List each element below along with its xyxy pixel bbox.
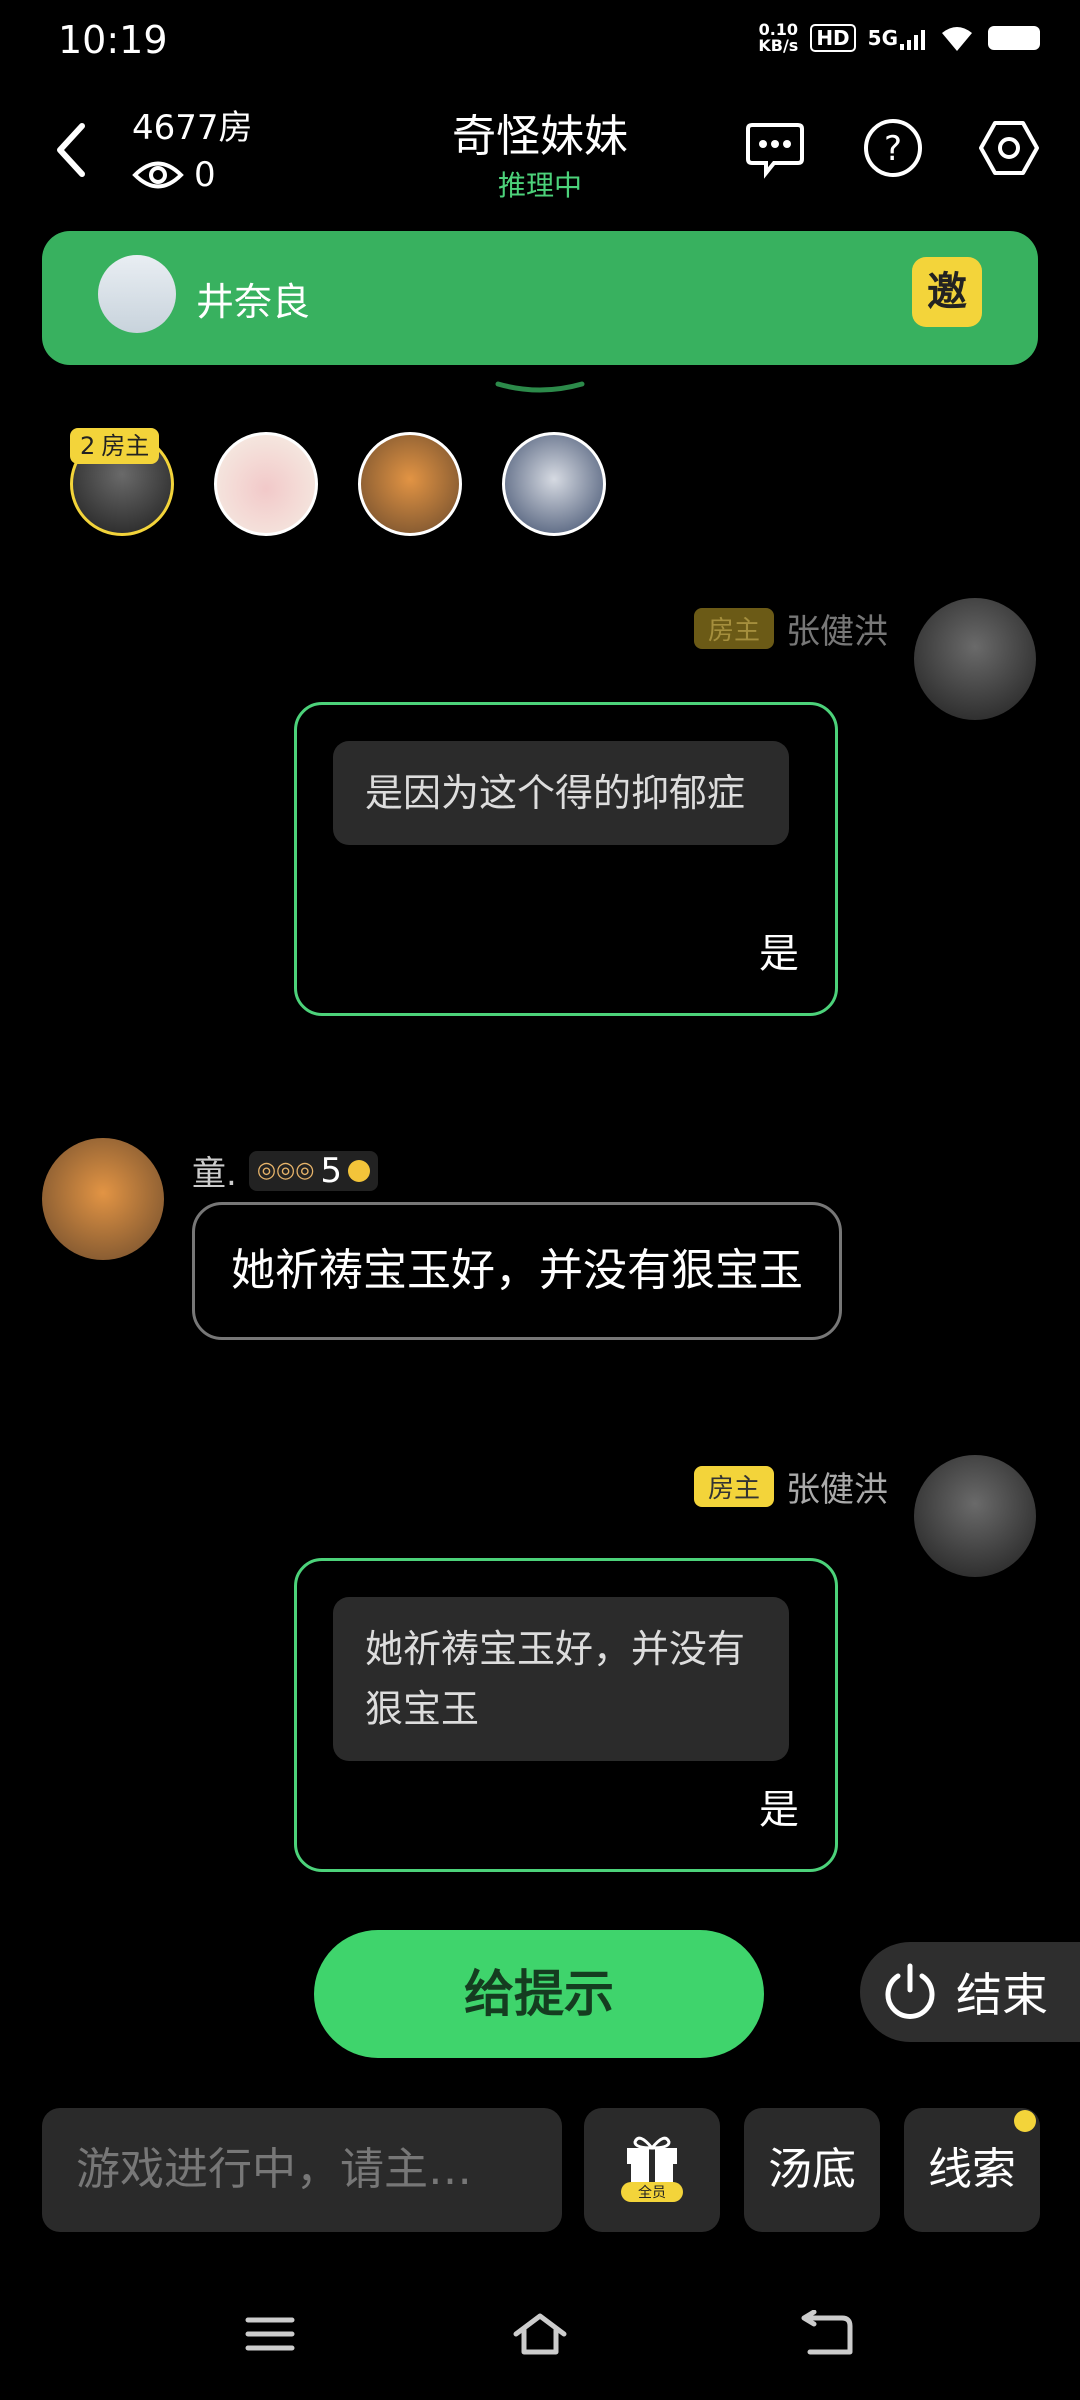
message-icon[interactable] xyxy=(744,117,806,179)
net-speed: 0.10 KB/s xyxy=(758,22,798,54)
wifi-icon xyxy=(942,27,972,51)
end-label: 结束 xyxy=(956,1968,1048,2022)
end-game-button[interactable]: 结束 xyxy=(860,1942,1080,2042)
collapse-handle-icon[interactable] xyxy=(494,380,586,394)
gift-icon: 全员 xyxy=(621,2136,683,2202)
status-icons: 0.10 KB/s HD 5G xyxy=(758,22,1040,54)
avatar[interactable] xyxy=(914,598,1036,720)
power-icon xyxy=(885,1963,935,2019)
host-level-badge: 2 房主 xyxy=(70,428,160,464)
chat-input[interactable]: 游戏进行中，请主… xyxy=(42,2108,562,2232)
avatar[interactable] xyxy=(914,1455,1036,1577)
battery-icon xyxy=(988,26,1040,50)
level-badge: ◎◎◎ 5 xyxy=(248,1150,379,1191)
coin-icon xyxy=(348,1159,371,1182)
signal-5g-icon: 5G xyxy=(868,26,926,50)
menu-icon[interactable] xyxy=(240,2310,300,2358)
quoted-question: 她祈祷宝玉好，并没有狠宝玉 xyxy=(333,1597,789,1761)
invite-button[interactable]: 邀 xyxy=(912,257,982,327)
banner-player-name: 井奈良 xyxy=(196,280,311,324)
answer-card: 是因为这个得的抑郁症 是 xyxy=(294,702,838,1016)
quoted-question: 是因为这个得的抑郁症 xyxy=(333,741,789,845)
svg-text:?: ? xyxy=(884,129,902,169)
player-avatar[interactable] xyxy=(358,432,462,536)
help-icon[interactable]: ? xyxy=(862,117,924,179)
player-avatar[interactable] xyxy=(214,432,318,536)
author-name: 张健洪 xyxy=(786,612,888,652)
message-author-row: 房主 张健洪 xyxy=(693,1462,888,1511)
author-name: 张健洪 xyxy=(786,1470,888,1510)
give-hint-button[interactable]: 给提示 xyxy=(314,1930,764,2058)
net-speed-unit: KB/s xyxy=(758,36,799,55)
settings-icon[interactable] xyxy=(978,117,1040,179)
chat-message: 她祈祷宝玉好，并没有狠宝玉 xyxy=(192,1202,842,1340)
host-level: 2 xyxy=(80,432,96,460)
message-author-row: 童. ◎◎◎ 5 xyxy=(192,1146,379,1195)
answer-card: 她祈祷宝玉好，并没有狠宝玉 是 xyxy=(294,1558,838,1872)
hd-icon: HD xyxy=(810,24,856,52)
level-rings-icon: ◎◎◎ xyxy=(256,1158,315,1183)
player-avatar[interactable] xyxy=(502,432,606,536)
level-value: 5 xyxy=(320,1150,343,1191)
soup-answer-button[interactable]: 汤底 xyxy=(744,2108,880,2232)
host-badge: 房主 xyxy=(693,1466,774,1507)
author-name: 童. xyxy=(192,1154,237,1194)
home-icon[interactable] xyxy=(510,2310,570,2358)
answer-text: 是 xyxy=(759,931,799,977)
gift-button[interactable]: 全员 xyxy=(584,2108,720,2232)
back-nav-icon[interactable] xyxy=(796,2310,856,2358)
status-time: 10:19 xyxy=(58,18,168,62)
host-badge: 房主 xyxy=(693,608,774,649)
avatar xyxy=(98,255,176,333)
host-tag-label: 房主 xyxy=(101,432,150,460)
player-banner[interactable]: 井奈良 邀 xyxy=(42,231,1038,365)
answer-text: 是 xyxy=(759,1787,799,1833)
message-author-row: 房主 张健洪 xyxy=(693,604,888,653)
signal-label: 5G xyxy=(867,26,898,50)
gift-tag: 全员 xyxy=(638,2184,666,2201)
notification-dot xyxy=(1014,2110,1036,2132)
avatar[interactable] xyxy=(42,1138,164,1260)
